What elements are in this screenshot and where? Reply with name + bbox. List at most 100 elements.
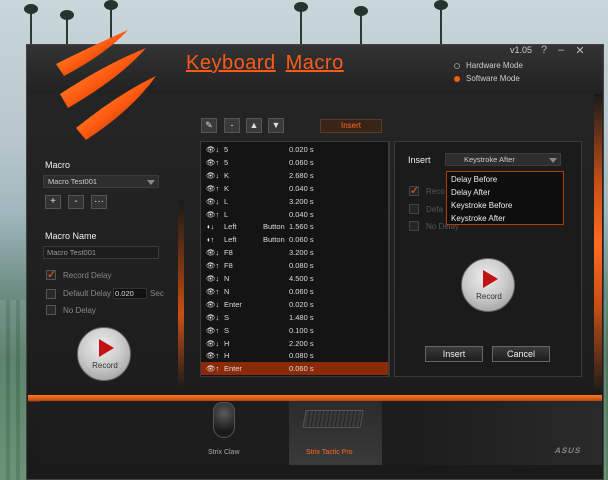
step-key: F8 xyxy=(224,248,233,258)
step-key-detail: Button xyxy=(263,235,285,245)
record-delay-checkbox-insert[interactable]: Reco xyxy=(409,184,445,197)
macro-step-row[interactable]: 👁↑ K 0.040 s xyxy=(201,182,389,195)
macro-step-row[interactable]: 👁↑ L 0.040 s xyxy=(201,208,389,221)
record-delay-checkbox[interactable]: Record Delay xyxy=(46,268,112,281)
checkbox-checked-icon xyxy=(409,184,419,197)
record-play-icon xyxy=(99,339,114,357)
dropdown-option[interactable]: Delay After xyxy=(451,187,490,199)
wallpaper-palm xyxy=(440,4,442,44)
macro-name-label: Macro Name xyxy=(45,231,97,241)
step-delay: 0.100 s xyxy=(289,325,314,335)
macro-step-row[interactable]: 👁↓ L 3.200 s xyxy=(201,195,389,208)
dropdown-option[interactable]: Keystroke After xyxy=(451,213,505,225)
checkbox-icon xyxy=(409,221,419,231)
insert-button[interactable]: Insert xyxy=(320,119,382,133)
no-delay-checkbox[interactable]: No Delay xyxy=(46,305,96,315)
default-delay-input[interactable]: 0.020 xyxy=(113,288,148,299)
step-delay: 3.200 s xyxy=(289,196,314,206)
list-scrollbar[interactable] xyxy=(388,141,389,377)
mouse-icon[interactable] xyxy=(213,402,235,438)
macro-select[interactable]: Macro Test001 xyxy=(43,175,159,188)
radio-icon xyxy=(454,62,460,69)
insert-record-button[interactable]: Record xyxy=(461,258,515,312)
step-delay: 0.060 s xyxy=(289,157,314,167)
minimize-icon[interactable]: – xyxy=(553,44,569,58)
wallpaper-palm xyxy=(434,0,448,10)
close-icon[interactable]: ✕ xyxy=(572,44,588,58)
remove-macro-button[interactable]: - xyxy=(68,195,84,209)
title-word-keyboard: Keyboard xyxy=(186,52,276,74)
macro-step-row[interactable]: ◖↓ Left Button 1.560 s xyxy=(201,220,389,233)
key-event-icon: 👁↓ xyxy=(206,170,220,180)
insert-type-select[interactable]: Keystroke After xyxy=(445,153,561,166)
keyboard-icon[interactable] xyxy=(302,410,364,428)
macro-step-row[interactable]: 👁↓ S 1.480 s xyxy=(201,311,389,324)
macro-step-row[interactable]: 👁↓ F8 3.200 s xyxy=(201,246,389,259)
macro-step-row[interactable]: 👁↑ H 0.080 s xyxy=(201,349,389,362)
default-delay-label-insert: Defa xyxy=(426,204,443,214)
hardware-mode-radio[interactable]: Hardware Mode xyxy=(454,61,523,70)
step-key: S xyxy=(224,325,230,335)
key-event-icon: 👁↑ xyxy=(206,209,220,219)
macro-name-input[interactable]: Macro Test001 xyxy=(43,246,159,259)
wallpaper-palm xyxy=(24,4,38,14)
macro-step-row[interactable]: 👁↓ Enter 0.020 s xyxy=(201,298,389,311)
checkbox-checked-icon xyxy=(46,268,56,281)
default-delay-label: Default Delay xyxy=(63,289,112,298)
cancel-button[interactable]: Cancel xyxy=(492,346,550,362)
key-event-icon: 👁↑ xyxy=(206,157,220,167)
macro-step-row[interactable]: 👁↓ K 2.680 s xyxy=(201,169,389,182)
dropdown-option[interactable]: Delay Before xyxy=(451,174,497,186)
accent-stripe xyxy=(178,200,184,390)
device-label-claw[interactable]: Strix Claw xyxy=(208,449,240,456)
move-up-button[interactable]: ▲ xyxy=(246,118,262,133)
record-delay-label-insert: Reco xyxy=(426,186,445,196)
macro-step-row[interactable]: 👁↑ N 0.060 s xyxy=(201,285,389,298)
macro-step-row[interactable]: 👁↑ 5 0.060 s xyxy=(201,156,389,169)
more-options-button[interactable]: ··· xyxy=(91,195,107,209)
key-event-icon: ◖↑ xyxy=(206,235,215,245)
insert-confirm-button[interactable]: Insert xyxy=(425,346,483,362)
macro-step-row[interactable]: ◖↑ Left Button 0.060 s xyxy=(201,233,389,246)
macro-select-value: Macro Test001 xyxy=(48,177,98,186)
key-event-icon: 👁↑ xyxy=(206,286,220,296)
help-icon[interactable]: ? xyxy=(536,44,552,58)
step-delay: 0.080 s xyxy=(289,261,314,271)
step-key: N xyxy=(224,274,230,283)
hardware-mode-label: Hardware Mode xyxy=(466,61,523,70)
software-mode-radio[interactable]: Software Mode xyxy=(454,74,520,83)
key-event-icon: 👁↓ xyxy=(206,299,220,309)
record-delay-label: Record Delay xyxy=(63,270,112,280)
step-key: S xyxy=(224,312,230,322)
macro-step-row[interactable]: 👁↓ N 4.500 s xyxy=(201,272,389,285)
step-delay: 0.080 s xyxy=(289,351,314,361)
record-button[interactable]: Record xyxy=(77,327,131,381)
move-down-button[interactable]: ▼ xyxy=(268,118,284,133)
macro-step-row[interactable]: 👁↑ S 0.100 s xyxy=(201,324,389,337)
default-delay-unit: Sec xyxy=(150,289,164,298)
wallpaper-palm xyxy=(294,2,308,12)
edit-icon[interactable]: ✎ xyxy=(201,118,217,133)
key-event-icon: 👁↑ xyxy=(206,364,220,374)
macro-step-row[interactable]: 👁↑ Enter 0.060 s xyxy=(201,362,389,376)
device-label-tactic[interactable]: Strix Tactic Pro xyxy=(306,449,353,456)
macro-step-row[interactable]: 👁↓ H 2.200 s xyxy=(201,337,389,350)
step-delay: 4.500 s xyxy=(289,274,314,283)
add-macro-button[interactable]: + xyxy=(45,195,61,209)
wallpaper-palm xyxy=(300,6,302,46)
key-event-icon: ◖↓ xyxy=(206,222,215,232)
default-delay-checkbox-insert[interactable]: Defa xyxy=(409,204,443,214)
step-key: 5 xyxy=(224,145,229,154)
step-delay: 1.480 s xyxy=(289,312,314,322)
device-strip-background xyxy=(415,401,602,465)
dropdown-option[interactable]: Keystroke Before xyxy=(451,200,512,212)
macro-step-list[interactable]: 👁↓ 5 0.020 s 👁↑ 5 0.060 s 👁↓ K 2.680 s 👁↑ K 0.040 s… xyxy=(200,141,390,377)
step-key: L xyxy=(224,196,229,206)
macro-step-row[interactable]: 👁↓ 5 0.020 s xyxy=(201,143,389,156)
step-key: N xyxy=(224,286,230,296)
key-event-icon: 👁↓ xyxy=(206,196,220,206)
delete-step-button[interactable]: - xyxy=(224,118,240,133)
default-delay-checkbox[interactable]: Default Delay 0.020 Sec xyxy=(46,288,164,299)
macro-step-row[interactable]: 👁↑ F8 0.080 s xyxy=(201,259,389,272)
software-mode-label: Software Mode xyxy=(466,74,520,83)
